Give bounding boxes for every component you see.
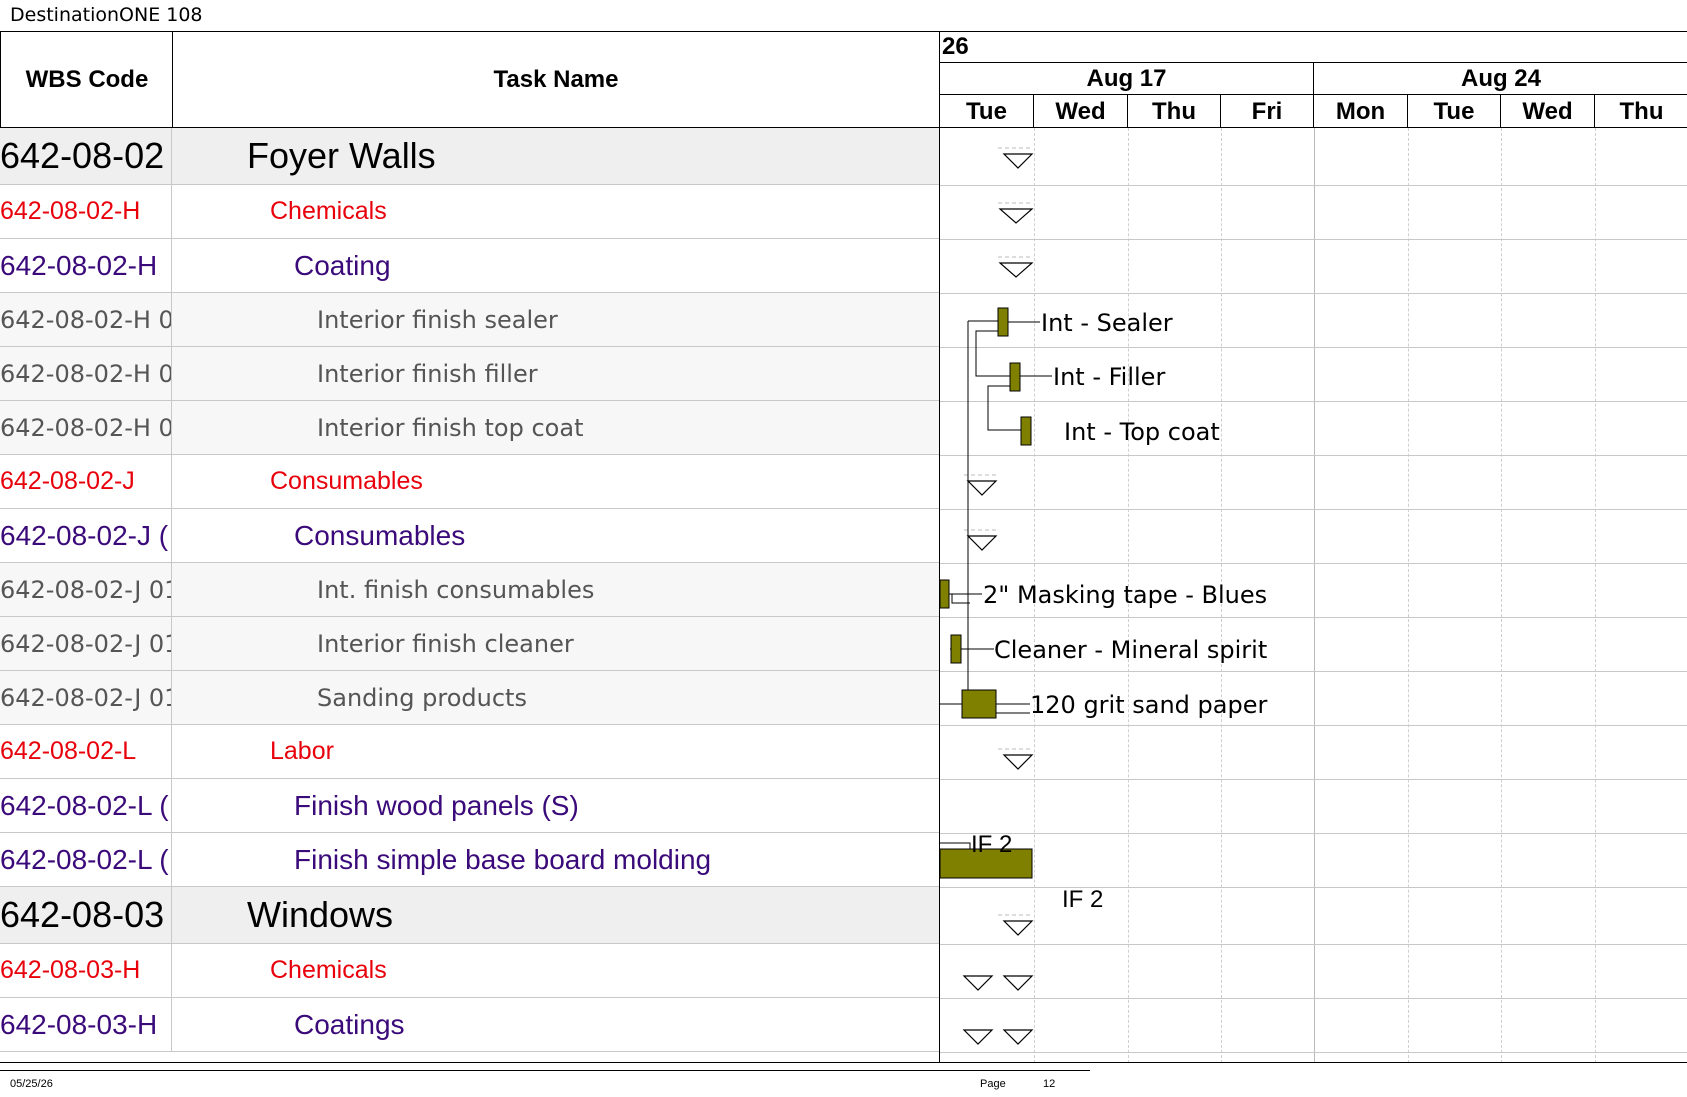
task-name: Consumables [172,455,939,508]
summary-marker [962,1029,994,1045]
wbs-column-header[interactable]: WBS Code [0,31,173,128]
summary-marker [1002,920,1034,936]
task-row[interactable]: 642-08-02-J 01 Interior finish cleaner [0,617,939,671]
timeline-day: Tue [1408,95,1501,128]
task-row[interactable]: 642-08-03-H Chemicals [0,944,939,998]
task-bar [1009,362,1021,392]
task-bar [961,689,997,719]
wbs-code: 642-08-03-H [0,998,172,1051]
task-bar [939,579,950,609]
wbs-code: 642-08-02-L ( [0,779,172,832]
task-row[interactable]: 642-08-02-L (Finish simple base board mo… [0,833,939,887]
wbs-code: 642-08-02 [0,128,172,184]
task-row[interactable]: 642-08-02-H 0 Interior finish filler [0,347,939,401]
timeline-day: Mon [1314,95,1408,128]
timeline-day: Tue [940,95,1034,128]
task-row[interactable]: 642-08-02-J 01 Sanding products [0,671,939,725]
bar-label: 120 grit sand paper [1030,691,1267,719]
summary-marker [998,208,1034,224]
wbs-code: 642-08-02-H 0 [0,293,172,346]
timeline-week-2: Aug 24 [1314,63,1687,95]
wbs-code: 642-08-02-H 0 [0,401,172,454]
bar-label: Int - Filler [1053,363,1165,391]
bar-label: Cleaner - Mineral spirit [994,636,1267,664]
wbs-code: 642-08-02-H [0,185,172,238]
task-bar [997,307,1009,337]
task-name: Windows [247,894,394,935]
task-name: Chemicals [172,185,939,238]
footer-rule [0,1070,1090,1071]
task-name: Finish simple base board molding [172,833,939,886]
task-name: Interior finish top coat [172,401,939,454]
task-name: Foyer Walls [247,135,436,176]
task-bar [1020,416,1032,446]
task-name: Chemicals [172,944,939,997]
task-name: Finish wood panels (S) [172,779,939,832]
footer-page-label: Page [980,1078,1006,1090]
bar-label: Int - Sealer [1041,309,1173,337]
task-name: Interior finish cleaner [172,617,939,670]
task-name: Consumables [172,509,939,562]
gantt-frame: WBS Code Task Name 642-08-02 Foyer Walls 6… [0,31,1687,1063]
wbs-code: 642-08-02-J 01 [0,617,172,670]
wbs-code: 642-08-03 [0,887,172,943]
timeline-day: Thu [1595,95,1687,128]
summary-marker [966,535,998,551]
task-row[interactable]: 642-08-02-H 0 Interior finish top coat [0,401,939,455]
wbs-code: 642-08-02-H 0 [0,347,172,400]
task-name: Coatings [172,998,939,1051]
timeline-day: Wed [1501,95,1595,128]
table-bottom-border [0,1062,1687,1063]
task-name: Int. finish consumables [172,563,939,616]
task-name: Coating [172,239,939,292]
task-row[interactable]: 642-08-02-H Coating [0,239,939,293]
task-row[interactable]: 642-08-02-H Chemicals [0,185,939,239]
wbs-code: 642-08-02-J [0,455,172,508]
task-name-column-header[interactable]: Task Name [172,31,939,128]
bar-label: IF 2 [971,831,1012,858]
task-row[interactable]: 642-08-02-J Consumables [0,455,939,509]
task-row[interactable]: 642-08-03-H Coatings [0,998,939,1052]
summary-marker [966,480,998,496]
wbs-code: 642-08-02-J ( [0,509,172,562]
task-name: Sanding products [172,671,939,724]
task-row[interactable]: 642-08-02-J 01 Int. finish consumables [0,563,939,617]
timeline-day: Fri [1221,95,1314,128]
timeline-day: Wed [1034,95,1128,128]
task-name: Interior finish sealer [172,293,939,346]
task-row[interactable]: 642-08-02-J (Consumables [0,509,939,563]
bar-label: Int - Top coat [1064,418,1220,446]
bar-label: IF 2 [1062,886,1103,913]
task-row[interactable]: 642-08-02 Foyer Walls [0,128,939,185]
wbs-code: 642-08-02-H [0,239,172,292]
task-name: Interior finish filler [172,347,939,400]
wbs-code: 642-08-03-H [0,944,172,997]
wbs-code: 642-08-02-J 01 [0,563,172,616]
summary-marker [1002,975,1034,991]
timeline-year-label: 26 [940,31,1687,63]
bar-label: 2" Masking tape - Blues [983,581,1267,609]
timeline-day: Thu [1128,95,1221,128]
wbs-code: 642-08-02-L [0,725,172,778]
footer-date: 05/25/26 [10,1078,53,1090]
gantt-chart: Int - Sealer Int - Filler Int - Top coat… [939,147,1267,1045]
summary-marker [1002,754,1034,770]
timeline-panel: 26 Aug 17 Aug 24 Tue Wed Thu Fri Mon Tue… [939,31,1687,1063]
summary-marker [962,975,994,991]
summary-marker [1002,1029,1034,1045]
document-title: DestinationONE 108 [10,4,203,26]
summary-marker [1002,153,1034,169]
timeline-week-1: Aug 17 [940,63,1314,95]
wbs-code: 642-08-02-L ( [0,833,172,886]
task-row[interactable]: 642-08-02-H 0 Interior finish sealer [0,293,939,347]
footer-page-number: 12 [1043,1078,1056,1090]
task-row[interactable]: 642-08-03 Windows [0,887,939,944]
wbs-code: 642-08-02-J 01 [0,671,172,724]
task-row[interactable]: 642-08-02-L Labor [0,725,939,779]
task-bar [950,634,962,664]
task-row[interactable]: 642-08-02-L (Finish wood panels (S) [0,779,939,833]
task-name: Labor [172,725,939,778]
summary-marker [998,262,1034,278]
